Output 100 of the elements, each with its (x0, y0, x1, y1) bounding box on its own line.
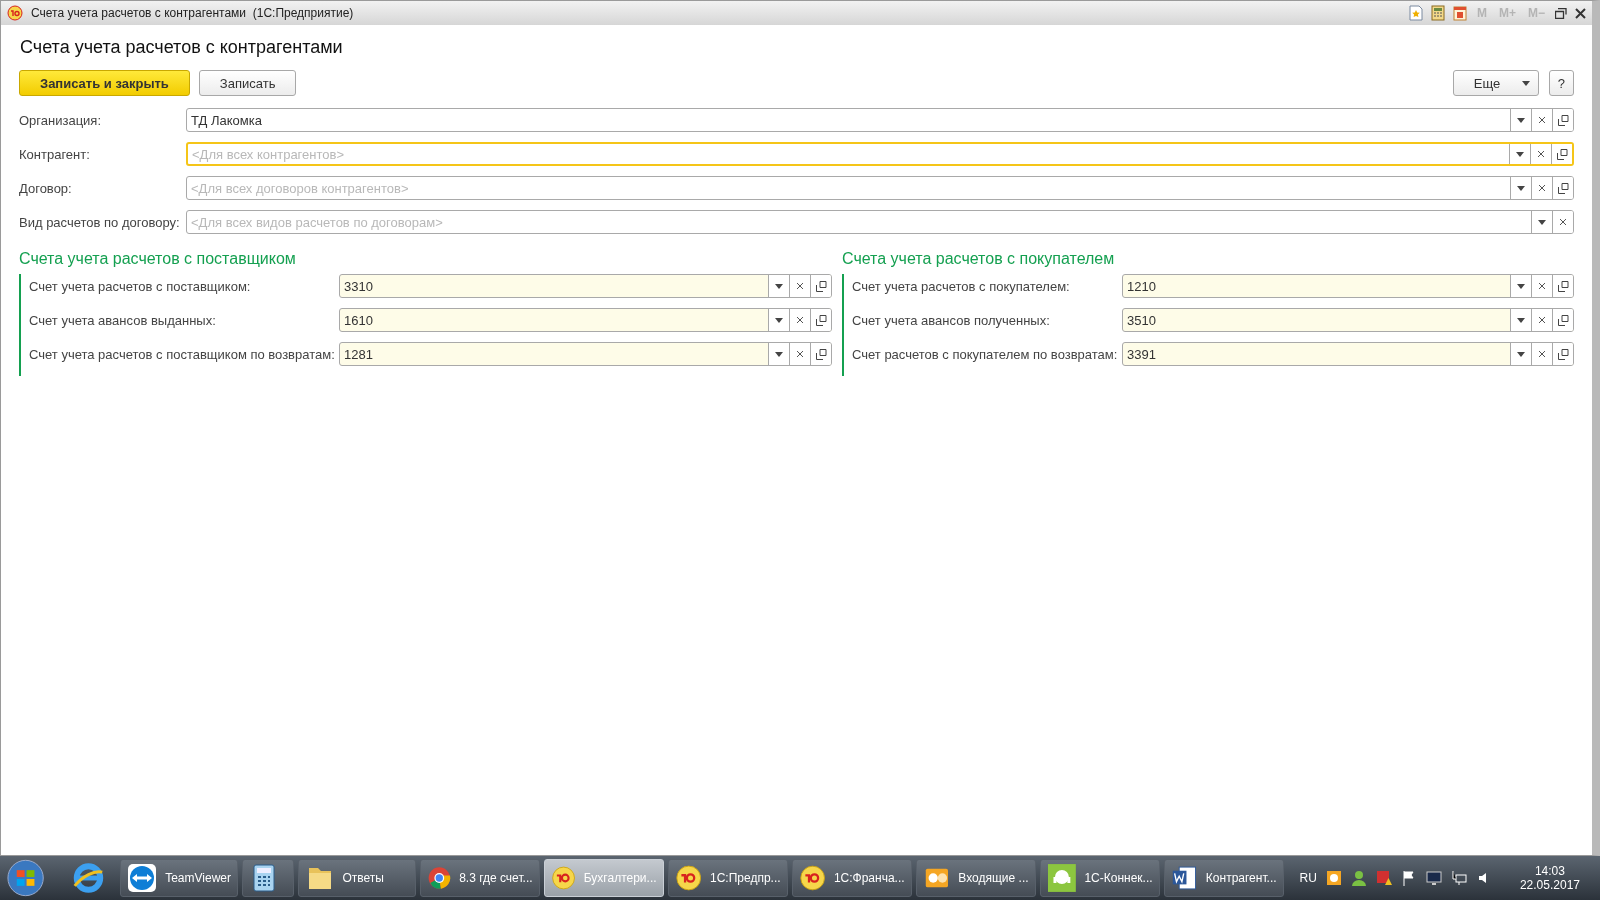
dropdown-button[interactable] (768, 343, 789, 365)
open-window-icon (815, 314, 827, 326)
close-icon[interactable] (1575, 7, 1586, 19)
open-window-icon (1557, 114, 1569, 126)
clear-icon (1559, 218, 1567, 226)
dropdown-icon (1517, 283, 1525, 289)
input-field[interactable]: 1281 (339, 342, 832, 366)
field-label: Счет учета авансов полученных: (852, 312, 1051, 328)
coin-icon (674, 863, 702, 893)
input-field[interactable]: 1210 (1122, 274, 1574, 298)
dropdown-button[interactable] (768, 309, 789, 331)
clear-button[interactable] (1531, 343, 1552, 365)
clock[interactable]: 14:03 22.05.2017 (1519, 864, 1580, 892)
field-label: Контрагент: (19, 146, 91, 162)
input-field[interactable]: ТД Лакомка (186, 108, 1574, 132)
clear-icon (1537, 150, 1545, 158)
outlook-tray-icon[interactable] (1325, 870, 1342, 886)
dropdown-icon (1517, 117, 1525, 123)
save-close-button[interactable]: Записать и закрыть (19, 70, 190, 96)
group-title: Счета учета расчетов с покупателем (842, 250, 1116, 268)
clear-icon (796, 282, 804, 290)
open-button[interactable] (1552, 309, 1573, 331)
restore-icon[interactable] (1555, 7, 1567, 19)
coin-icon (7, 5, 23, 21)
dropdown-button[interactable] (1510, 343, 1531, 365)
arrows-icon (127, 863, 158, 893)
field-label: Счет учета расчетов с покупателем: (852, 278, 1071, 294)
field-label: Договор: (19, 180, 73, 196)
open-window-icon (1556, 148, 1568, 160)
person-icon[interactable] (1350, 870, 1367, 886)
network-icon[interactable] (1450, 870, 1467, 886)
calendar-icon[interactable] (1452, 5, 1467, 21)
document-icon (1170, 863, 1198, 893)
clear-icon (1538, 282, 1546, 290)
help-button[interactable]: ? (1548, 70, 1574, 96)
open-button[interactable] (1552, 343, 1573, 365)
field-label: Организация: (19, 112, 103, 128)
open-window-icon (1557, 314, 1569, 326)
clear-button[interactable] (1531, 309, 1552, 331)
clear-button[interactable] (1531, 275, 1552, 297)
open-button[interactable] (810, 309, 831, 331)
open-window-icon (815, 348, 827, 360)
language-indicator[interactable]: RU (1299, 871, 1317, 885)
open-button[interactable] (1552, 109, 1573, 131)
field-label: Счет учета авансов выданных: (29, 312, 217, 328)
dropdown-button[interactable] (1510, 275, 1531, 297)
field-label: Вид расчетов по договору: (19, 214, 181, 230)
dropdown-icon (1538, 219, 1546, 225)
clear-icon (1538, 316, 1546, 324)
clear-icon (1538, 184, 1546, 192)
save-button[interactable]: Записать (198, 70, 297, 96)
clear-button[interactable] (789, 275, 810, 297)
taskbar-item[interactable]: Ответы (297, 859, 416, 897)
dropdown-button[interactable] (768, 275, 789, 297)
taskbar-item[interactable] (242, 859, 294, 897)
group-title: Счета учета расчетов с поставщиком (19, 250, 297, 268)
dropdown-icon (775, 317, 783, 323)
dropdown-icon (1517, 317, 1525, 323)
dropdown-icon (1521, 80, 1530, 86)
clear-button[interactable] (1552, 211, 1573, 233)
open-button[interactable] (810, 275, 831, 297)
dropdown-icon (1517, 351, 1525, 357)
clear-icon (796, 350, 804, 358)
more-button[interactable]: Еще (1452, 70, 1539, 96)
clear-button[interactable] (789, 309, 810, 331)
open-button[interactable] (810, 343, 831, 365)
open-button[interactable] (1552, 177, 1573, 199)
open-window-icon (815, 280, 827, 292)
dropdown-icon (1517, 185, 1525, 191)
clear-icon (796, 316, 804, 324)
taskbar-item[interactable]: Контрагент... (1163, 859, 1284, 897)
field-label: Счет учета расчетов с поставщиком: (29, 278, 252, 294)
clear-icon (1538, 116, 1546, 124)
input-field[interactable]: 3391 (1122, 342, 1574, 366)
open-window-icon (1557, 182, 1569, 194)
input-field[interactable]: 3310 (339, 274, 832, 298)
taskbar-item[interactable]: Входящие ... (915, 859, 1036, 897)
dropdown-button[interactable] (1510, 309, 1531, 331)
taskbar-item[interactable]: 1С:Франча... (791, 859, 912, 897)
open-button[interactable] (1552, 275, 1573, 297)
coin-icon (550, 863, 576, 893)
open-window-icon (1557, 280, 1569, 292)
calculator-icon[interactable] (1430, 5, 1445, 21)
field-label: Счет расчетов с покупателем по возвратам: (852, 346, 1119, 362)
dropdown-icon (775, 283, 783, 289)
open-button[interactable] (1551, 144, 1572, 164)
input-field[interactable]: 1610 (339, 308, 832, 332)
taskbar-item[interactable]: TeamViewer (120, 859, 239, 897)
taskbar-item[interactable]: 1С:Предпр... (667, 859, 788, 897)
form-title: Счета учета расчетов с контрагентами (20, 37, 344, 58)
taskbar-item[interactable]: 1С-Коннек... (1039, 859, 1160, 897)
flag-icon[interactable] (1400, 870, 1417, 886)
shield-warning-icon[interactable] (1375, 870, 1392, 886)
input-field[interactable]: 3510 (1122, 308, 1574, 332)
taskbar-item[interactable]: 8.3 где счет... (419, 859, 540, 897)
monitor-icon[interactable] (1425, 870, 1442, 886)
window-title: Счета учета расчетов с контрагентами (1С:Предприятие) (31, 6, 355, 20)
coin-icon (798, 863, 826, 893)
open-window-icon (1557, 348, 1569, 360)
clear-button[interactable] (789, 343, 810, 365)
